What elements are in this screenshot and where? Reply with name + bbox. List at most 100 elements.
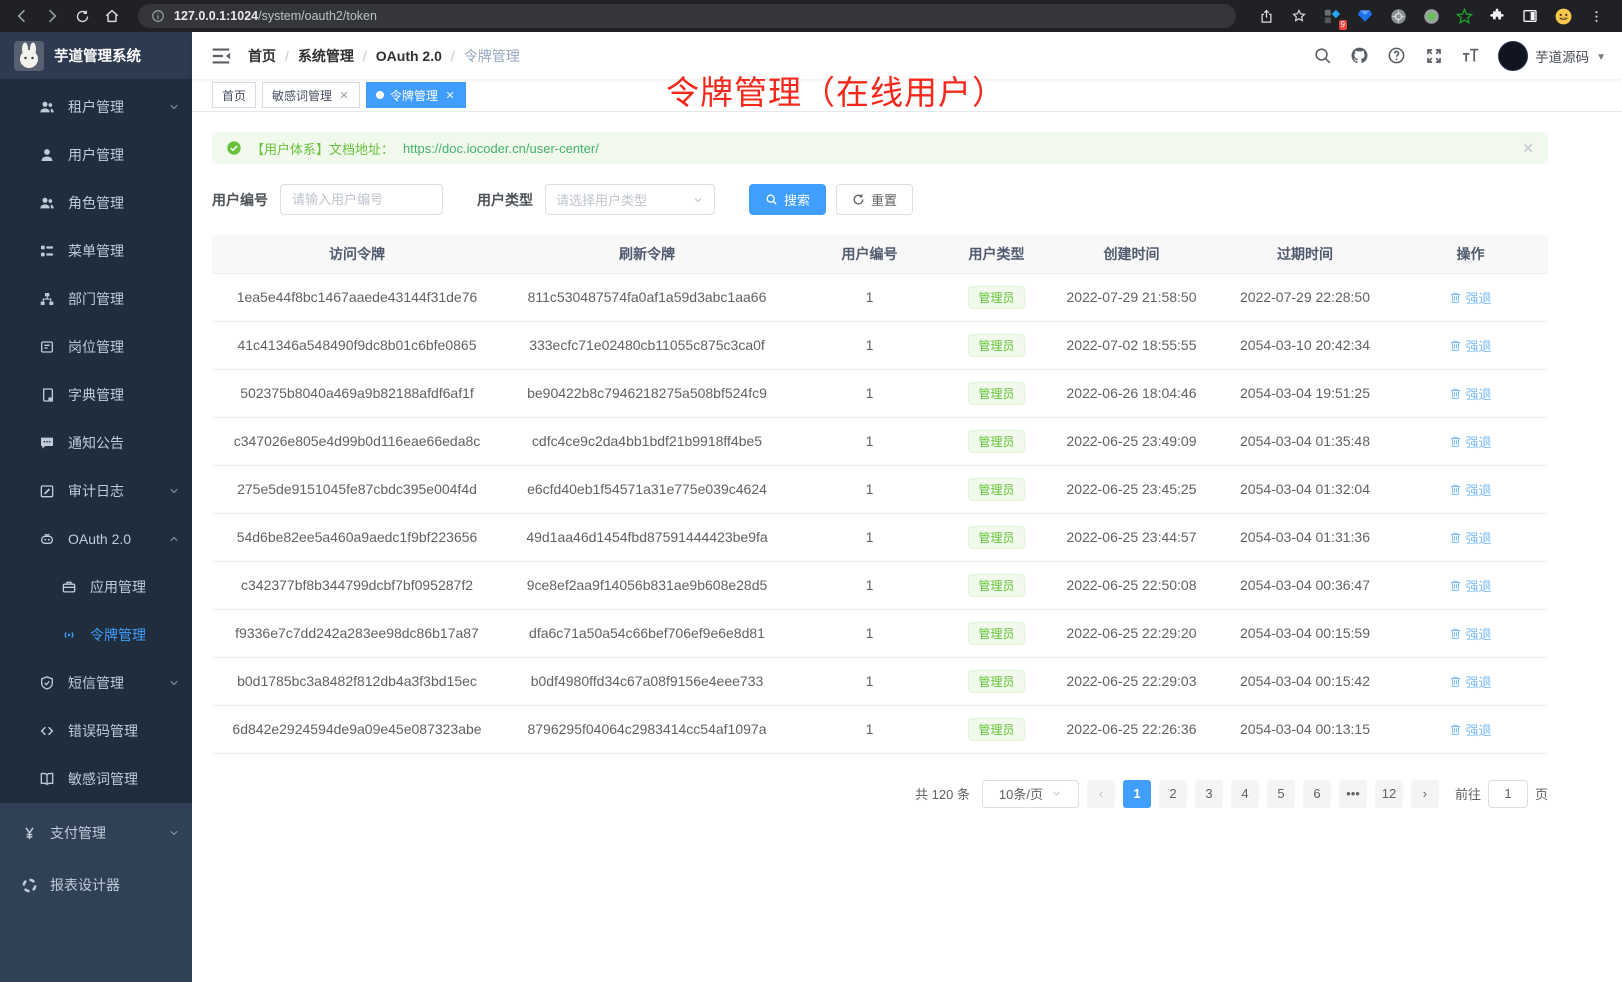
goto-page-input[interactable] <box>1488 780 1528 808</box>
bookmark-star-icon[interactable] <box>1289 6 1309 26</box>
site-info-icon[interactable] <box>150 4 166 28</box>
url-bar[interactable]: 127.0.0.1:1024/system/oauth2/token <box>138 4 1236 28</box>
help-icon[interactable] <box>1387 46 1406 65</box>
force-logout-button[interactable]: 强退 <box>1449 432 1491 451</box>
breadcrumb-item[interactable]: 首页 <box>248 46 276 66</box>
alert-close-icon[interactable]: ✕ <box>1522 140 1534 157</box>
force-logout-button[interactable]: 强退 <box>1449 480 1491 499</box>
user-id-cell: 1 <box>792 609 947 657</box>
table-row: 6d842e2924594de9a09e45e087323abe8796295f… <box>212 705 1548 753</box>
font-size-icon[interactable] <box>1461 46 1480 65</box>
user-type-select[interactable]: 请选择用户类型 <box>545 184 715 215</box>
created-time-cell: 2022-06-25 22:26:36 <box>1046 705 1217 753</box>
sidebar-item-报表设计器[interactable]: 报表设计器 <box>0 859 192 911</box>
sidebar-item-菜单管理[interactable]: 菜单管理 <box>0 227 192 275</box>
forward-icon[interactable] <box>40 4 64 28</box>
gem-extension-icon[interactable] <box>1355 6 1375 26</box>
force-logout-button[interactable]: 强退 <box>1449 384 1491 403</box>
page-button-5[interactable]: 5 <box>1267 780 1295 808</box>
prev-page-button[interactable]: ‹ <box>1087 780 1115 808</box>
action-cell: 强退 <box>1393 609 1548 657</box>
sidebar-item-令牌管理[interactable]: 令牌管理 <box>0 611 192 659</box>
refresh-token-cell: 811c530487574fa0af1a59d3abc1aa66 <box>502 273 792 321</box>
sidebar-item-敏感词管理[interactable]: 敏感词管理 <box>0 755 192 803</box>
sidebar-item-应用管理[interactable]: 应用管理 <box>0 563 192 611</box>
column-header-用户类型: 用户类型 <box>947 235 1046 273</box>
green-star-extension-icon[interactable] <box>1454 6 1474 26</box>
sidebar-item-用户管理[interactable]: 用户管理 <box>0 131 192 179</box>
sidebar-item-错误码管理[interactable]: 错误码管理 <box>0 707 192 755</box>
sidebar-item-label: 令牌管理 <box>90 625 146 645</box>
delete-icon <box>1449 483 1462 496</box>
force-logout-button[interactable]: 强退 <box>1449 720 1491 739</box>
force-logout-button[interactable]: 强退 <box>1449 528 1491 547</box>
tab-首页[interactable]: 首页 <box>212 82 256 108</box>
sidebar-fold-icon[interactable] <box>210 45 232 67</box>
navbar-actions: 芋道源码 ▼ <box>1313 41 1606 71</box>
browser-menu-icon[interactable] <box>1586 6 1606 26</box>
tab-令牌管理[interactable]: 令牌管理✕ <box>366 82 466 108</box>
user-type-cell: 管理员 <box>947 465 1046 513</box>
back-icon[interactable] <box>10 4 34 28</box>
page-button-6[interactable]: 6 <box>1303 780 1331 808</box>
force-logout-button[interactable]: 强退 <box>1449 288 1491 307</box>
user-id-input[interactable] <box>280 184 443 215</box>
sidebar: 芋道管理系统 租户管理用户管理角色管理菜单管理部门管理岗位管理字典管理通知公告审… <box>0 32 192 982</box>
user-type-label: 用户类型 <box>477 190 533 210</box>
page-button-2[interactable]: 2 <box>1159 780 1187 808</box>
force-logout-button[interactable]: 强退 <box>1449 624 1491 643</box>
page-button-3[interactable]: 3 <box>1195 780 1223 808</box>
search-button[interactable]: 搜索 <box>749 184 826 215</box>
active-tab-dot <box>376 91 384 99</box>
tab-敏感词管理[interactable]: 敏感词管理✕ <box>262 82 360 108</box>
force-logout-button[interactable]: 强退 <box>1449 576 1491 595</box>
sidebar-item-OAuth 2.0[interactable]: OAuth 2.0 <box>0 515 192 563</box>
split-screen-extension-icon[interactable] <box>1520 6 1540 26</box>
alert-doc-link[interactable]: https://doc.iocoder.cn/user-center/ <box>403 141 599 156</box>
github-icon[interactable] <box>1350 46 1369 65</box>
page-button-1[interactable]: 1 <box>1123 780 1151 808</box>
sidebar-menu-light: 支付管理报表设计器 <box>0 803 192 982</box>
force-logout-button[interactable]: 强退 <box>1449 672 1491 691</box>
user-type-cell: 管理员 <box>947 273 1046 321</box>
sidebar-item-通知公告[interactable]: 通知公告 <box>0 419 192 467</box>
user-menu[interactable]: 芋道源码 ▼ <box>1498 41 1606 71</box>
reload-icon[interactable] <box>70 4 94 28</box>
sidebar-item-部门管理[interactable]: 部门管理 <box>0 275 192 323</box>
chevron-down-icon <box>168 101 180 113</box>
sidebar-item-角色管理[interactable]: 角色管理 <box>0 179 192 227</box>
search-icon[interactable] <box>1313 46 1332 65</box>
profile-avatar-icon[interactable] <box>1553 6 1573 26</box>
sidebar-item-短信管理[interactable]: 短信管理 <box>0 659 192 707</box>
page-size-select[interactable]: 10条/页 <box>982 780 1079 808</box>
sidebar-item-审计日志[interactable]: 审计日志 <box>0 467 192 515</box>
expire-time-cell: 2054-03-04 01:32:04 <box>1217 465 1393 513</box>
user-type-badge: 管理员 <box>968 622 1024 645</box>
next-page-button[interactable]: › <box>1411 780 1439 808</box>
force-logout-label: 强退 <box>1465 672 1491 691</box>
share-icon[interactable] <box>1256 6 1276 26</box>
column-header-刷新令牌: 刷新令牌 <box>502 235 792 273</box>
close-icon[interactable]: ✕ <box>338 89 350 101</box>
force-logout-button[interactable]: 强退 <box>1449 336 1491 355</box>
puzzle-extension-icon[interactable] <box>1487 6 1507 26</box>
app-logo-row[interactable]: 芋道管理系统 <box>0 32 192 79</box>
sidebar-item-岗位管理[interactable]: 岗位管理 <box>0 323 192 371</box>
sidebar-item-支付管理[interactable]: 支付管理 <box>0 807 192 859</box>
breadcrumb-item[interactable]: OAuth 2.0 <box>376 48 442 64</box>
close-icon[interactable]: ✕ <box>444 89 456 101</box>
fullscreen-icon[interactable] <box>1424 46 1443 65</box>
force-logout-label: 强退 <box>1465 576 1491 595</box>
user-type-placeholder: 请选择用户类型 <box>556 190 647 209</box>
extension-colored-icon[interactable]: 9 <box>1322 6 1342 26</box>
reset-button[interactable]: 重置 <box>836 184 913 215</box>
home-icon[interactable] <box>100 4 124 28</box>
gray-extension-icon[interactable] <box>1388 6 1408 26</box>
access-token-cell: 54d6be82ee5a460a9aedc1f9bf223656 <box>212 513 502 561</box>
breadcrumb-item[interactable]: 系统管理 <box>298 46 354 66</box>
page-button-4[interactable]: 4 <box>1231 780 1259 808</box>
green-dot-extension-icon[interactable] <box>1421 6 1441 26</box>
sidebar-item-租户管理[interactable]: 租户管理 <box>0 83 192 131</box>
page-button-12[interactable]: 12 <box>1375 780 1403 808</box>
sidebar-item-字典管理[interactable]: 字典管理 <box>0 371 192 419</box>
